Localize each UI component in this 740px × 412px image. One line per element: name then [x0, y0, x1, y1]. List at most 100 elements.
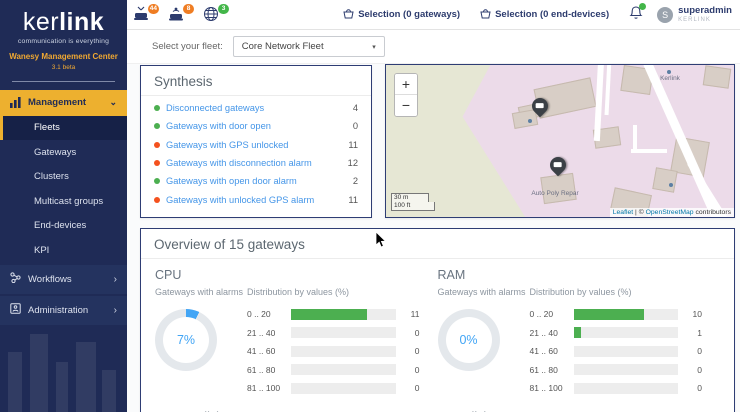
bar-track — [291, 383, 396, 394]
sidebar-item-management[interactable]: Management ⌄ — [0, 90, 127, 116]
sidebar-item-kpi[interactable]: KPI — [0, 238, 127, 263]
scale-meters: 30 m — [391, 193, 429, 202]
overview-panel: Overview of 15 gateways CPU Gateways wit… — [140, 228, 735, 412]
brand-tagline: communication is everything — [0, 38, 127, 45]
scale-feet: 100 ft — [391, 202, 435, 211]
synthesis-link[interactable]: Disconnected gateways — [166, 103, 353, 113]
sidebar-divider — [12, 81, 115, 82]
sidebar-skyline-art — [0, 322, 127, 412]
map-scale: 30 m 100 ft — [391, 193, 435, 211]
distribution-row: 81 .. 100 0 — [530, 383, 703, 394]
user-menu[interactable]: S superadmin KERLINK — [657, 6, 732, 24]
user-org: KERLINK — [678, 17, 732, 23]
cpu-alarm-pct: 7% — [177, 333, 195, 347]
cpu-alarms-donut: 7% — [155, 309, 217, 371]
synthesis-value: 11 — [348, 195, 358, 205]
brand-block: kerlink communication is everything Wane… — [0, 0, 127, 71]
bar-track — [574, 383, 679, 394]
ram-alarm-pct: 0% — [459, 333, 477, 347]
sidebar-item-gateways[interactable]: Gateways — [0, 140, 127, 165]
distribution-label: Distribution by values (%) — [247, 287, 420, 299]
bar-track — [291, 346, 396, 357]
bar-track — [574, 327, 679, 338]
alarm-badge: 8 — [183, 4, 194, 14]
bar-fill — [291, 309, 367, 320]
synthesis-link[interactable]: Gateways with disconnection alarm — [166, 158, 348, 168]
selection-end-devices-button[interactable]: Selection (0 end-devices) — [480, 8, 609, 22]
zoom-out-button[interactable]: − — [395, 95, 417, 116]
gateway-alarms-icon[interactable]: 44 — [133, 6, 153, 24]
map-building — [703, 65, 732, 88]
workflows-icon — [10, 272, 21, 286]
leaflet-link[interactable]: Leaflet — [613, 209, 633, 216]
chevron-right-icon: › — [114, 305, 117, 316]
bar-track — [291, 309, 396, 320]
product-name: Wanesy Management Center — [0, 52, 127, 62]
basket-icon — [343, 8, 354, 22]
sidebar-item-workflows[interactable]: Workflows › — [0, 265, 127, 294]
overview-title: Overview of 15 gateways — [141, 229, 734, 259]
map-zoom-control: + − — [394, 73, 418, 117]
fleet-select-dropdown[interactable]: Core Network Fleet ▾ — [233, 36, 385, 57]
status-dot — [154, 142, 160, 148]
user-name: superadmin — [678, 6, 732, 16]
osm-link[interactable]: OpenStreetMap — [646, 209, 694, 216]
map-panel: Kerlink Auto Poly Repar + − 30 m 100 ft … — [385, 64, 735, 218]
bar-track — [574, 346, 679, 357]
sidebar-item-clusters[interactable]: Clusters — [0, 165, 127, 190]
status-dot — [154, 160, 160, 166]
notifications-bell-icon[interactable] — [629, 5, 643, 25]
fleet-select-label: Select your fleet: — [152, 41, 223, 52]
status-dot — [154, 197, 160, 203]
distribution-row: 21 .. 40 1 — [530, 327, 703, 338]
status-dot — [154, 105, 160, 111]
synthesis-link[interactable]: Gateways with GPS unlocked — [166, 140, 348, 150]
ram-section: RAM Gateways with alarms 0% Distribution… — [438, 259, 721, 401]
synthesis-link[interactable]: Gateways with unlocked GPS alarm — [166, 195, 348, 205]
status-badge: 3 — [218, 4, 229, 14]
synthesis-panel: Synthesis Disconnected gateways 4 Gatewa… — [140, 65, 372, 218]
distribution-row: 0 .. 20 10 — [530, 309, 703, 320]
sidebar-item-end-devices[interactable]: End-devices — [0, 214, 127, 239]
sidebar-item-fleets[interactable]: Fleets — [0, 116, 127, 141]
map-attribution: Leaflet | © OpenStreetMap contributors — [610, 208, 734, 217]
synthesis-title: Synthesis — [141, 66, 371, 96]
synthesis-link[interactable]: Gateways with open door alarm — [166, 176, 353, 186]
map-poi-dot — [667, 70, 671, 74]
sidebar-item-administration[interactable]: Administration › — [0, 296, 127, 325]
synthesis-value: 0 — [353, 121, 358, 131]
alarms-label: Gateways with alarms — [438, 287, 530, 299]
sidebar: kerlink communication is everything Wane… — [0, 0, 127, 412]
distribution-row: 0 .. 20 11 — [247, 309, 420, 320]
main-area: 44 8 3 Selection (0 gateways) — [127, 0, 740, 412]
system-disk-section: System disk Gateways with alarms Distrib… — [155, 401, 438, 412]
administration-icon — [10, 303, 21, 317]
alarms-label: Gateways with alarms — [155, 287, 247, 299]
map-road — [633, 125, 637, 151]
topbar: 44 8 3 Selection (0 gateways) — [127, 0, 740, 30]
wanesy-dashboard: kerlink communication is everything Wane… — [0, 0, 740, 412]
distribution-row: 41 .. 60 0 — [530, 346, 703, 357]
network-status-icon[interactable]: 3 — [203, 6, 223, 24]
map-poi-dot — [528, 119, 532, 123]
zoom-in-button[interactable]: + — [395, 74, 417, 95]
map-label-kerlink: Kerlink — [648, 75, 692, 83]
ram-heading: RAM — [438, 268, 703, 282]
selection-gateways-button[interactable]: Selection (0 gateways) — [343, 8, 460, 22]
chevron-down-icon: ⌄ — [109, 97, 117, 108]
kerlink-logo: kerlink — [0, 8, 127, 37]
overview-row-2: System disk Gateways with alarms Distrib… — [141, 401, 734, 412]
status-dot — [154, 123, 160, 129]
bar-fill — [574, 309, 644, 320]
map-building — [652, 167, 677, 192]
cpu-heading: CPU — [155, 268, 420, 282]
leaflet-map[interactable]: Kerlink Auto Poly Repar + − 30 m 100 ft … — [386, 65, 734, 217]
bar-track — [291, 327, 396, 338]
synthesis-link[interactable]: Gateways with door open — [166, 121, 353, 131]
end-device-alarms-icon[interactable]: 8 — [168, 6, 188, 24]
sidebar-item-multicast-groups[interactable]: Multicast groups — [0, 189, 127, 214]
synthesis-item: Disconnected gateways 4 — [154, 99, 358, 117]
synthesis-item: Gateways with GPS unlocked 11 — [154, 136, 358, 154]
gateway-glyph — [554, 162, 562, 167]
product-version: 3.1 beta — [0, 64, 127, 71]
